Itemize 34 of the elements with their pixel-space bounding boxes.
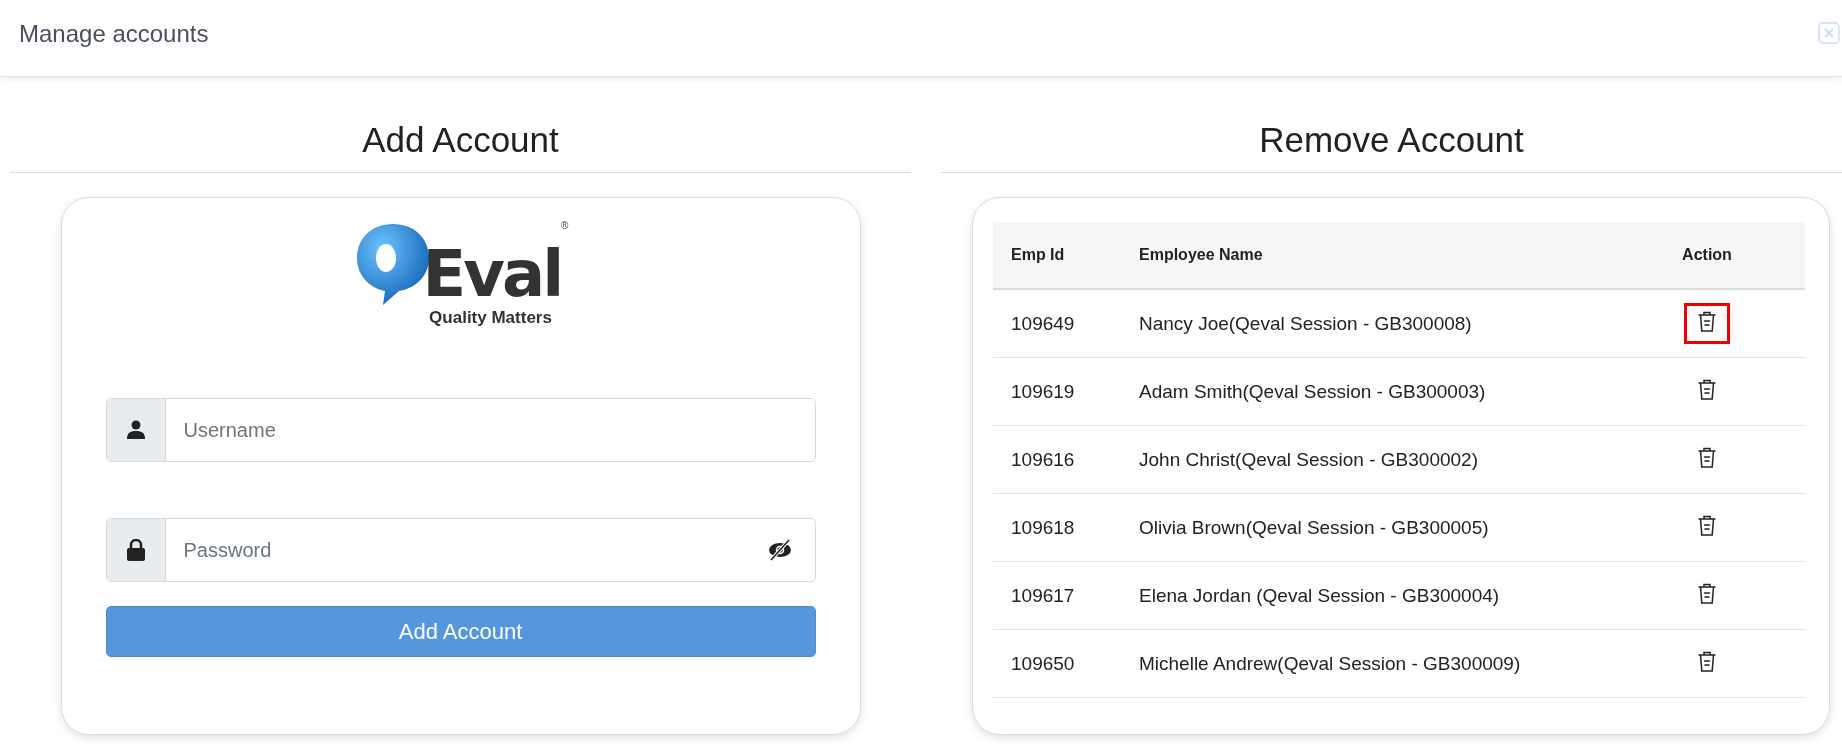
password-field[interactable]: Password — [105, 518, 816, 582]
delete-button[interactable] — [1684, 303, 1730, 344]
user-icon — [126, 420, 145, 440]
table-cell: Adam Smith(Qeval Session - GB300003) — [1121, 357, 1609, 426]
trash-icon — [1697, 310, 1717, 334]
section-heading: Add Account — [10, 120, 911, 173]
trash-icon — [1697, 514, 1717, 538]
registered-mark: ® — [561, 220, 569, 231]
table-cell: John Christ(Qeval Session - GB300002) — [1121, 425, 1609, 494]
table-cell: 109616 — [993, 425, 1121, 494]
table-cell: Olivia Brown(Qeval Session - GB300005) — [1121, 493, 1609, 562]
column-header: Employee Name — [1121, 222, 1609, 289]
table-cell: Elena Jordan (Qeval Session - GB300004) — [1121, 561, 1609, 630]
eye-slash-icon — [767, 538, 792, 562]
close-icon — [1824, 28, 1834, 38]
table-cell: 109619 — [993, 357, 1121, 426]
table-cell: Michelle Andrew(Qeval Session - GB300009) — [1121, 629, 1609, 698]
add-account-button[interactable]: Add Account — [105, 606, 816, 657]
table-cell: 109649 — [993, 289, 1121, 358]
window-title: Manage accounts — [19, 20, 209, 48]
table-cell: 109650 — [993, 629, 1121, 698]
column-header: Action — [1609, 222, 1805, 289]
table-cell: Nancy Joe(Qeval Session - GB300008) — [1121, 289, 1609, 358]
table-cell: 109617 — [993, 561, 1121, 630]
logo-wordmark: Eval — [422, 242, 562, 306]
trash-icon — [1697, 650, 1717, 674]
lock-icon — [126, 539, 145, 561]
section-heading: Remove Account — [941, 120, 1842, 173]
column-header: Emp Id — [993, 222, 1121, 289]
trash-icon — [1697, 378, 1717, 402]
trash-icon — [1697, 582, 1717, 606]
table-cell: 109618 — [993, 493, 1121, 562]
trash-icon — [1697, 446, 1717, 470]
logo-tagline: Quality Matters — [429, 308, 552, 328]
